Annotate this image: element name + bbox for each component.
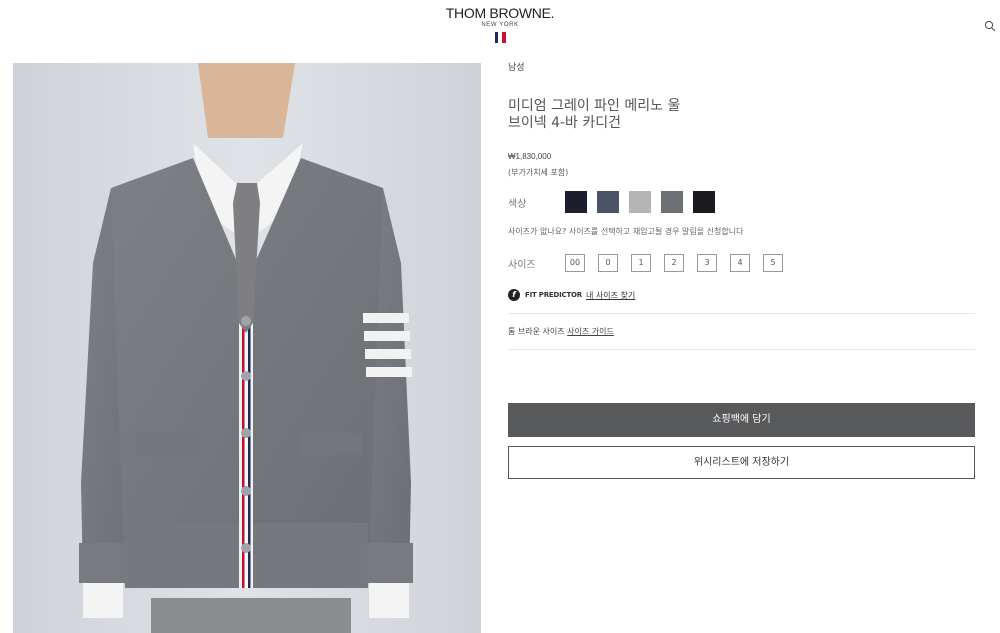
size-guide-prefix: 톰 브라운 사이즈 <box>508 327 565 336</box>
product-category[interactable]: 남성 <box>508 60 975 74</box>
size-option[interactable]: 3 <box>697 254 717 272</box>
divider <box>508 349 975 350</box>
size-guide: 톰 브라운 사이즈 사이즈 가이드 <box>508 326 975 337</box>
vat-note: (부가가치세 포함) <box>508 168 569 177</box>
size-guide-link[interactable]: 사이즈 가이드 <box>567 327 614 336</box>
size-option[interactable]: 2 <box>664 254 684 272</box>
color-label: 색상 <box>508 198 527 210</box>
fit-predictor: f FIT PREDICTOR 내 사이즈 찾기 <box>508 289 975 301</box>
product-title-line2: 브이넥 4-바 카디건 <box>508 115 622 131</box>
fit-predictor-icon: f <box>508 289 520 301</box>
brand-name: THOM BROWNE. <box>445 5 555 21</box>
save-to-wishlist-button[interactable]: 위시리스트에 저장하기 <box>508 446 975 479</box>
color-selector: 색상 <box>508 191 975 213</box>
fit-predictor-label: FIT PREDICTOR <box>525 291 582 299</box>
size-option[interactable]: 5 <box>763 254 783 272</box>
search-icon[interactable] <box>984 20 996 32</box>
product-title-line1: 미디엄 그레이 파인 메리노 울 <box>508 98 681 114</box>
size-option[interactable]: 00 <box>565 254 585 272</box>
find-my-size-link[interactable]: 내 사이즈 찾기 <box>586 290 635 301</box>
add-to-bag-button[interactable]: 쇼핑백에 담기 <box>508 403 975 437</box>
color-swatch[interactable] <box>693 191 715 213</box>
size-option[interactable]: 4 <box>730 254 750 272</box>
color-swatches <box>565 191 725 213</box>
size-option[interactable]: 0 <box>598 254 618 272</box>
size-options: 00 0 1 2 3 4 5 <box>565 254 796 272</box>
color-swatch[interactable] <box>565 191 587 213</box>
brand-city: NEW YORK <box>481 22 519 28</box>
color-swatch[interactable] <box>661 191 683 213</box>
product-price: ₩1,830,000 <box>508 152 552 161</box>
product-details: 남성 미디엄 그레이 파인 메리노 울 브이넥 4-바 카디건 ₩1,830,0… <box>508 60 975 479</box>
product-title: 미디엄 그레이 파인 메리노 울 브이넥 4-바 카디건 <box>508 98 975 132</box>
product-image <box>13 63 481 633</box>
brand-logo[interactable]: THOM BROWNE. NEW YORK <box>0 6 1000 43</box>
color-swatch[interactable] <box>629 191 651 213</box>
divider <box>508 313 975 314</box>
size-option[interactable]: 1 <box>631 254 651 272</box>
color-swatch[interactable] <box>597 191 619 213</box>
size-selector: 사이즈 00 0 1 2 3 4 5 <box>508 254 975 272</box>
size-label: 사이즈 <box>508 259 536 271</box>
size-availability-note: 사이즈가 없나요? 사이즈를 선택하고 재입고될 경우 알림을 신청합니다 <box>508 227 744 236</box>
tricolor-flag-icon <box>494 32 506 43</box>
